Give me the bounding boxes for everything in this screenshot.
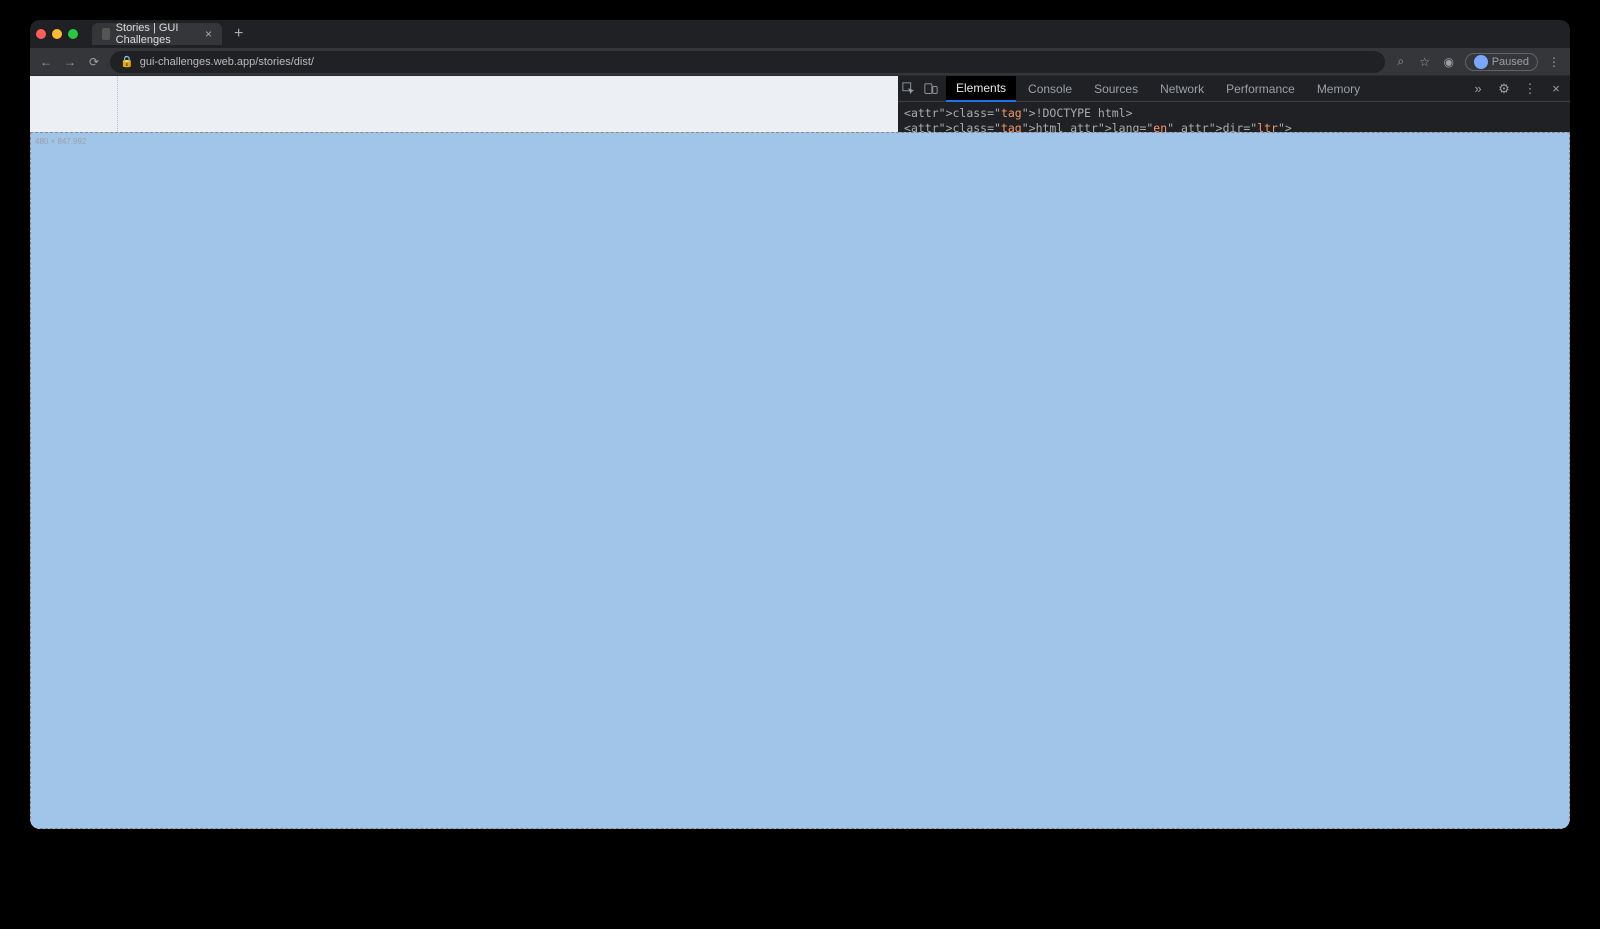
bookmark-icon[interactable]: ☆ — [1417, 55, 1433, 69]
bm-content: 480 × 847.992 — [30, 132, 1570, 829]
profile-chip[interactable]: Paused — [1465, 53, 1538, 71]
devtools-panel: ElementsConsoleSourcesNetworkPerformance… — [898, 76, 1570, 829]
device-toolbar-icon[interactable] — [924, 82, 944, 96]
url-text: gui-challenges.web.app/stories/dist/ — [140, 56, 314, 68]
computed-side: margin border padding - 480 × 847.992 Sh… — [1490, 348, 1570, 652]
browser-tab[interactable]: Stories | GUI Challenges × — [92, 23, 222, 45]
devtools-menu-icon[interactable]: ⋮ — [1520, 81, 1540, 97]
address-bar[interactable]: 🔒 gui-challenges.web.app/stories/dist/ — [110, 51, 1385, 73]
more-tabs-icon[interactable]: » — [1468, 81, 1488, 96]
profile-label: Paused — [1492, 56, 1529, 68]
browser-toolbar: ← → ⟳ 🔒 gui-challenges.web.app/stories/d… — [30, 48, 1570, 76]
window-traffic-lights[interactable] — [36, 29, 78, 39]
devtools-tab-network[interactable]: Network — [1150, 76, 1214, 102]
maximize-window-icon[interactable] — [68, 29, 78, 39]
devtools-close-icon[interactable]: × — [1546, 81, 1566, 96]
back-button[interactable]: ← — [38, 55, 54, 69]
devtools-tabstrip: ElementsConsoleSourcesNetworkPerformance… — [898, 76, 1570, 102]
reload-button[interactable]: ⟳ — [86, 55, 102, 69]
inspect-element-icon[interactable] — [902, 82, 922, 96]
search-icon[interactable]: ⌕ — [1393, 54, 1409, 69]
tab-title: Stories | GUI Challenges — [116, 22, 193, 46]
close-window-icon[interactable] — [36, 29, 46, 39]
devtools-tab-console[interactable]: Console — [1018, 76, 1082, 102]
new-tab-button[interactable]: + — [234, 25, 243, 43]
box-model[interactable]: margin border padding - 480 × 847.992 — [1496, 352, 1566, 409]
minimize-window-icon[interactable] — [52, 29, 62, 39]
browser-menu-icon[interactable]: ⋮ — [1546, 55, 1562, 69]
tab-favicon — [102, 28, 110, 40]
titlebar: Stories | GUI Challenges × + — [30, 20, 1570, 48]
avatar-icon — [1474, 55, 1488, 69]
devtools-tab-sources[interactable]: Sources — [1084, 76, 1148, 102]
devtools-tab-elements[interactable]: Elements — [946, 76, 1016, 102]
lock-icon: 🔒 — [120, 55, 134, 68]
devtools-tab-performance[interactable]: Performance — [1216, 76, 1305, 102]
extensions-icon[interactable]: ◉ — [1441, 55, 1457, 69]
forward-button[interactable]: → — [62, 55, 78, 69]
styles-wrap: :hov .cls ＋ element.style {}body > .stor… — [898, 348, 1570, 652]
dom-line[interactable]: <attr">class="tag">!DOCTYPE html> — [904, 106, 1564, 121]
settings-icon[interactable]: ⚙ — [1494, 81, 1514, 97]
devtools-tab-memory[interactable]: Memory — [1307, 76, 1370, 102]
tab-close-icon[interactable]: × — [205, 27, 212, 41]
browser-window: Stories | GUI Challenges × + ← → ⟳ 🔒 gui… — [30, 20, 1570, 829]
content-split: div.stories 480 × 847.99 ACCESSIBILITY N… — [30, 76, 1570, 829]
